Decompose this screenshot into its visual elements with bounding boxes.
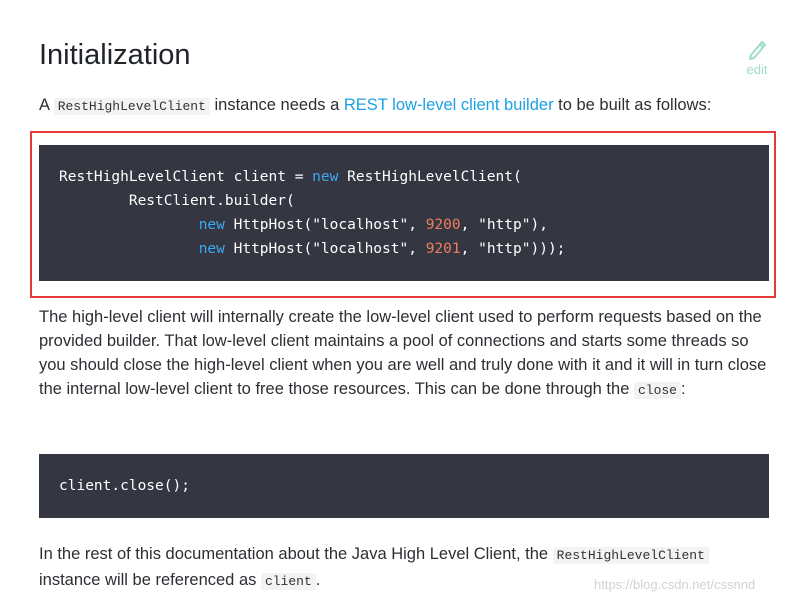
code-block-close: client.close(); bbox=[39, 454, 769, 518]
inline-code-client-class: RestHighLevelClient bbox=[552, 547, 709, 564]
pencil-icon bbox=[749, 41, 766, 60]
watermark: https://blog.csdn.net/cssnnd bbox=[594, 577, 756, 592]
intro-paragraph: A RestHighLevelClient instance needs a R… bbox=[39, 93, 779, 119]
inline-code-close: close bbox=[633, 382, 681, 399]
intro-suffix: to be built as follows: bbox=[553, 96, 712, 114]
page-title: Initialization bbox=[39, 39, 191, 71]
intro-prefix: A bbox=[39, 96, 54, 114]
code-line: new HttpHost("localhost", 9201, "http"))… bbox=[198, 241, 566, 257]
code-line: RestClient.builder( bbox=[59, 193, 295, 209]
low-level-builder-link[interactable]: REST low-level client builder bbox=[344, 96, 554, 114]
doc-page: Initialization edit A RestHighLevelClien… bbox=[0, 0, 797, 604]
edit-label: edit bbox=[746, 62, 768, 77]
code-line: RestHighLevelClient client = new RestHig… bbox=[59, 169, 522, 185]
inline-code-client: client bbox=[260, 573, 316, 590]
intro-middle: instance needs a bbox=[209, 96, 344, 114]
code-line: new HttpHost("localhost", 9200, "http"), bbox=[198, 217, 548, 233]
code-block-initialization: RestHighLevelClient client = new RestHig… bbox=[39, 145, 769, 281]
code-line: client.close(); bbox=[59, 478, 190, 494]
edit-link[interactable]: edit bbox=[742, 38, 772, 80]
inline-code-client-class: RestHighLevelClient bbox=[53, 98, 210, 115]
close-explanation-paragraph: The high-level client will internally cr… bbox=[39, 308, 767, 399]
